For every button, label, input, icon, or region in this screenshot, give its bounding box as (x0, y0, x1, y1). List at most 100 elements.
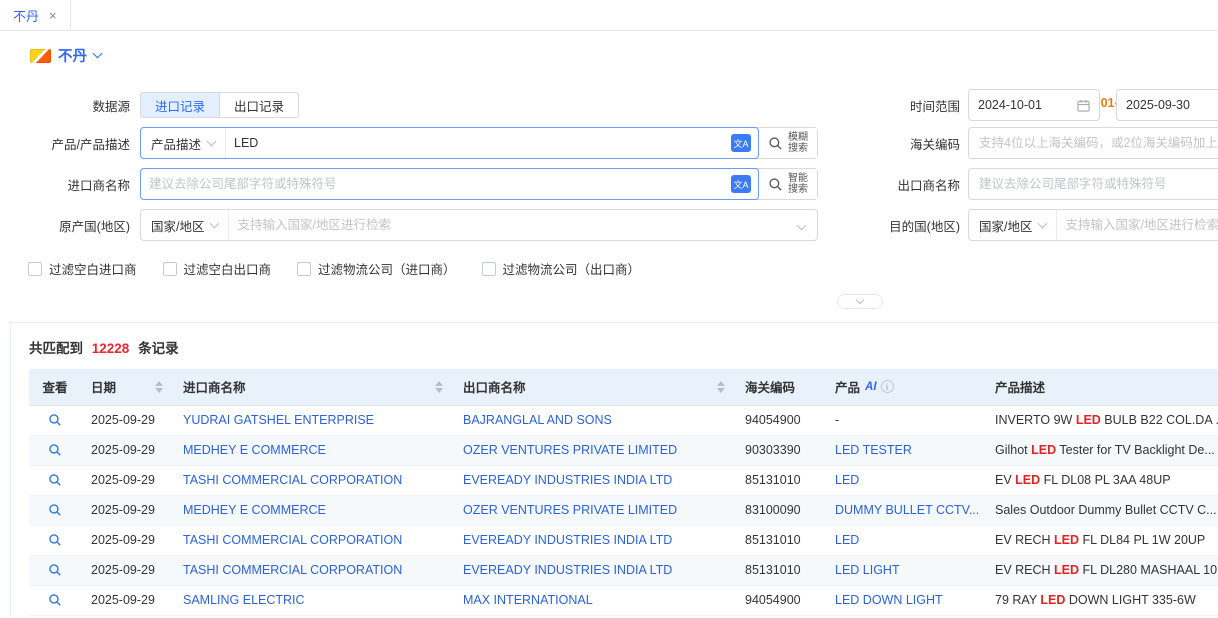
destination-label: 目的国(地区) (848, 216, 968, 235)
checkbox-filter-logistics-exporter[interactable]: 过滤物流公司（出口商） (482, 259, 641, 278)
importer-link[interactable]: TASHI COMMERCIAL CORPORATION (183, 473, 402, 487)
table-row: 2025-09-29 TASHI COMMERCIAL CORPORATION EV… (29, 465, 1218, 495)
exporter-link[interactable]: EVEREADY INDUSTRIES INDIA LTD (463, 533, 672, 547)
product-cell: - (825, 405, 985, 435)
highlight-keyword: LED (1054, 563, 1079, 577)
hs-code-cell: 83100090 (735, 495, 825, 525)
tab-bhutan[interactable]: 不丹 × (0, 0, 71, 30)
checkbox-icon[interactable] (28, 262, 42, 276)
importer-link[interactable]: SAMLING ELECTRIC (183, 593, 305, 607)
highlight-keyword: LED (1031, 443, 1056, 457)
date-cell: 2025-09-29 (81, 465, 173, 495)
view-cell (29, 525, 81, 555)
hs-code-cell: 94054900 (735, 405, 825, 435)
header-product-desc: 产品描述 (985, 369, 1218, 405)
importer-cell: TASHI COMMERCIAL CORPORATION (173, 465, 453, 495)
chevron-down-icon[interactable] (93, 49, 103, 59)
view-magnifier-icon[interactable] (48, 503, 62, 517)
importer-link[interactable]: MEDHEY E COMMERCE (183, 443, 326, 457)
exporter-link[interactable]: OZER VENTURES PRIVATE LIMITED (463, 503, 677, 517)
collapse-button[interactable] (837, 294, 883, 309)
exporter-cell: MAX INTERNATIONAL (453, 585, 735, 615)
product-label: 产品/产品描述 (0, 134, 140, 153)
product-search-composite: 产品描述 文A 模糊搜索 (140, 127, 818, 159)
exporter-cell: OZER VENTURES PRIVATE LIMITED (453, 435, 735, 465)
view-magnifier-icon[interactable] (48, 563, 62, 577)
import-records-toggle[interactable]: 进口记录 (141, 93, 219, 117)
start-date-input[interactable]: 2024-10-01 (968, 89, 1100, 121)
importer-link[interactable]: YUDRAI GATSHEL ENTERPRISE (183, 413, 374, 427)
export-records-toggle[interactable]: 出口记录 (219, 93, 298, 117)
view-magnifier-icon[interactable] (48, 443, 62, 457)
fuzzy-search-button[interactable]: 模糊搜索 (759, 128, 817, 158)
destination-input[interactable] (1057, 218, 1218, 232)
product-empty: - (835, 413, 839, 427)
translate-icon[interactable]: 文A (731, 175, 751, 193)
exporter-cell: EVEREADY INDUSTRIES INDIA LTD (453, 465, 735, 495)
sort-icon[interactable] (147, 381, 163, 393)
exporter-link[interactable]: MAX INTERNATIONAL (463, 593, 593, 607)
header-hs-code: 海关编码 (735, 369, 825, 405)
table-row: 2025-09-29MEDHEY E COMMERCEOZER VENTURES… (29, 495, 1218, 525)
checkbox-filter-blank-exporter[interactable]: 过滤空白出口商 (163, 259, 272, 278)
smart-search-button[interactable]: 智能搜索 (759, 169, 817, 199)
importer-cell: SAMLING ELECTRIC (173, 585, 453, 615)
header-importer[interactable]: 进口商名称 (173, 369, 453, 405)
product-link[interactable]: LED LIGHT (835, 563, 900, 577)
sort-icon[interactable] (709, 381, 725, 393)
translate-icon[interactable]: 文A (731, 134, 751, 152)
importer-link[interactable]: TASHI COMMERCIAL CORPORATION (183, 533, 402, 547)
origin-input[interactable] (229, 218, 794, 232)
checkbox-filter-blank-importer[interactable]: 过滤空白进口商 (28, 259, 137, 278)
exporter-link[interactable]: EVEREADY INDUSTRIES INDIA LTD (463, 473, 672, 487)
view-magnifier-icon[interactable] (48, 473, 62, 487)
product-link[interactable]: LED (835, 473, 859, 487)
product-type-select[interactable]: 产品描述 (141, 128, 226, 158)
header-date[interactable]: 日期 (81, 369, 173, 405)
destination-country-select[interactable]: 国家/地区 (969, 210, 1057, 240)
exporter-group: 出口商名称 (848, 168, 1218, 200)
results-table-body: 2025-09-29 YUDRAI GATSHEL ENTERPRISE BAJRA… (29, 405, 1218, 615)
importer-input[interactable] (141, 177, 731, 191)
view-magnifier-icon[interactable] (48, 593, 62, 607)
select-chevron-icon (1038, 219, 1048, 229)
exporter-input[interactable] (968, 168, 1218, 200)
checkbox-icon[interactable] (297, 262, 311, 276)
product-cell: LED DOWN LIGHT (825, 585, 985, 615)
origin-country-select[interactable]: 国家/地区 (141, 210, 229, 240)
table-row: 2025-09-29MEDHEY E COMMERCEOZER VENTURES… (29, 435, 1218, 465)
product-cell: LED (825, 465, 985, 495)
view-magnifier-icon[interactable] (48, 413, 62, 427)
product-link[interactable]: LED (835, 533, 859, 547)
header-exporter[interactable]: 出口商名称 (453, 369, 735, 405)
page-title: 不丹 (58, 45, 87, 66)
view-cell (29, 585, 81, 615)
hs-code-cell: 85131010 (735, 525, 825, 555)
product-cell: LED (825, 525, 985, 555)
exporter-link[interactable]: OZER VENTURES PRIVATE LIMITED (463, 443, 677, 457)
dropdown-chevron-icon[interactable] (797, 220, 807, 230)
view-magnifier-icon[interactable] (48, 533, 62, 547)
product-link[interactable]: LED DOWN LIGHT (835, 593, 943, 607)
importer-link[interactable]: MEDHEY E COMMERCE (183, 503, 326, 517)
exporter-label: 出口商名称 (848, 175, 968, 194)
exporter-link[interactable]: BAJRANGLAL AND SONS (463, 413, 612, 427)
exporter-link[interactable]: EVEREADY INDUSTRIES INDIA LTD (463, 563, 672, 577)
origin-composite: 国家/地区 (140, 209, 818, 241)
hs-code-cell: 94054900 (735, 585, 825, 615)
end-date-input[interactable]: 2025-09-30 (1116, 89, 1218, 121)
checkbox-icon[interactable] (163, 262, 177, 276)
product-link[interactable]: DUMMY BULLET CCTV... (835, 503, 979, 517)
summary-prefix: 共匹配到 (29, 341, 83, 356)
filter-checkbox-row: 过滤空白进口商 过滤空白出口商 过滤物流公司（进口商） 过滤物流公司（出口商） (28, 259, 1218, 278)
info-icon[interactable]: i (881, 380, 894, 393)
sort-icon[interactable] (427, 381, 443, 393)
checkbox-icon[interactable] (482, 262, 496, 276)
importer-label: 进口商名称 (0, 175, 140, 194)
tab-close-icon[interactable]: × (49, 8, 57, 23)
product-input[interactable] (226, 136, 731, 150)
checkbox-filter-logistics-importer[interactable]: 过滤物流公司（进口商） (297, 259, 456, 278)
customs-code-input[interactable] (968, 127, 1218, 159)
product-link[interactable]: LED TESTER (835, 443, 912, 457)
importer-link[interactable]: TASHI COMMERCIAL CORPORATION (183, 563, 402, 577)
